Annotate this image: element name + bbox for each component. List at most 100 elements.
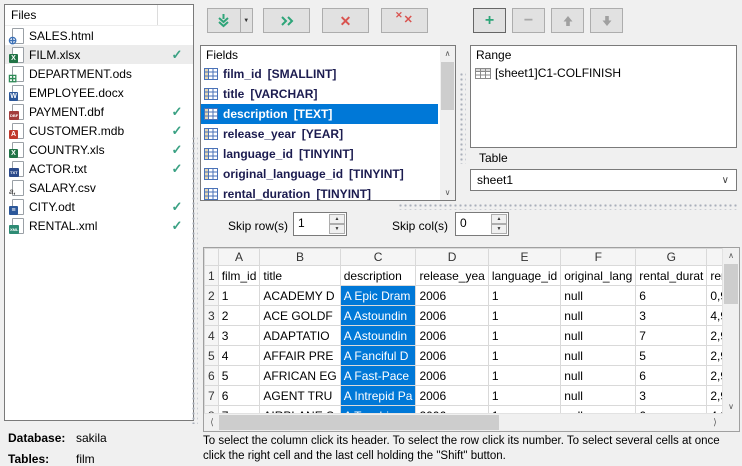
grid-cell[interactable]: 2,99 [707,386,723,406]
grid-cell-selected[interactable]: A Epic Dram [340,286,416,306]
grid-cell[interactable]: ADAPTATIO [260,326,340,346]
grid-cell[interactable]: 3 [636,386,707,406]
grid-cell[interactable]: 0,99 [707,286,723,306]
grid-cell[interactable]: null [561,306,636,326]
grid-cell[interactable]: null [561,326,636,346]
grid-row-number[interactable]: 2 [205,286,219,306]
grid-cell[interactable]: AGENT TRU [260,386,340,406]
scroll-right-icon[interactable]: ⟩ [707,414,723,431]
grid-cell[interactable]: 3 [218,326,260,346]
grid-hscrollbar-thumb[interactable] [219,415,499,430]
horizontal-splitter[interactable] [398,203,739,210]
grid-horizontal-scrollbar[interactable]: ⟨ ⟩ [204,413,723,431]
grid-cell[interactable]: title [260,266,340,286]
spin-up-button[interactable]: ▲ [329,214,345,224]
fields-scrollbar[interactable]: ∧ ∨ [440,46,455,200]
skip-cols-spinner[interactable]: 0 ▲ ▼ [455,212,509,236]
grid-cell[interactable]: 2006 [416,306,488,326]
vertical-splitter-fields-range[interactable] [459,72,466,164]
skip-rows-spinner[interactable]: 1 ▲ ▼ [293,212,347,236]
grid-col-header-F[interactable]: F [561,249,636,266]
file-item-country-xls[interactable]: X COUNTRY.xls ✓ [5,140,193,159]
grid-col-header-B[interactable]: B [260,249,340,266]
auto-fill-columns-button[interactable] [263,8,310,33]
files-list-header[interactable]: Files [5,5,193,26]
grid-cell[interactable]: release_yea [416,266,488,286]
range-item[interactable]: [sheet1]C1-COLFINISH [471,64,736,82]
field-item-title[interactable]: title[VARCHAR] [201,84,438,104]
grid-row-number[interactable]: 5 [205,346,219,366]
grid-cell[interactable]: 7 [636,326,707,346]
spin-down-button[interactable]: ▼ [491,224,507,234]
grid-cell[interactable]: 1 [488,366,560,386]
grid-cell[interactable]: null [561,366,636,386]
grid-cell[interactable]: 2,99 [707,366,723,386]
grid-cell[interactable]: 1 [488,346,560,366]
grid-cell[interactable]: original_lang [561,266,636,286]
grid-cell-selected[interactable]: A Fanciful D [340,346,416,366]
grid-cell[interactable]: rental_ra [707,266,723,286]
file-item-employee-docx[interactable]: W EMPLOYEE.docx [5,83,193,102]
grid-cell[interactable]: description [340,266,416,286]
grid-cell[interactable]: 1 [218,286,260,306]
clear-column-button[interactable]: ✕ [322,8,369,33]
move-up-button[interactable] [551,8,584,33]
grid-row-number[interactable]: 6 [205,366,219,386]
grid-row-number[interactable]: 3 [205,306,219,326]
file-item-film-xlsx[interactable]: X FILM.xlsx ✓ [5,45,193,64]
grid-cell-selected[interactable]: A Intrepid Pa [340,386,416,406]
grid-cell[interactable]: rental_durat [636,266,707,286]
grid-cell[interactable]: 2006 [416,286,488,306]
grid-cell-selected[interactable]: A Astoundin [340,306,416,326]
file-item-payment-dbf[interactable]: DBF PAYMENT.dbf ✓ [5,102,193,121]
grid-cell[interactable]: language_id [488,266,560,286]
remove-range-button[interactable]: − [512,8,545,33]
grid-cell[interactable]: null [561,386,636,406]
grid-cell[interactable]: 2,99 [707,346,723,366]
grid-cell[interactable]: 5 [636,346,707,366]
grid-cell[interactable]: 6 [218,386,260,406]
grid-cell[interactable]: 1 [488,386,560,406]
grid-cell[interactable]: 3 [636,306,707,326]
grid-cell[interactable]: 2006 [416,326,488,346]
grid-cell[interactable]: 2006 [416,346,488,366]
file-item-sales-html[interactable]: ⊕ SALES.html [5,26,193,45]
table-dropdown[interactable]: sheet1 ∨ [470,169,737,191]
grid-cell[interactable]: 4,99 [707,306,723,326]
grid-cell[interactable]: AFFAIR PRE [260,346,340,366]
grid-cell[interactable]: film_id [218,266,260,286]
fields-scrollbar-thumb[interactable] [441,62,454,110]
clear-all-columns-button[interactable]: ✕✕ [381,8,428,33]
grid-corner-cell[interactable] [205,249,219,266]
spin-up-button[interactable]: ▲ [491,214,507,224]
grid-cell[interactable]: ACE GOLDF [260,306,340,326]
grid-col-header-E[interactable]: E [488,249,560,266]
file-item-actor-txt[interactable]: TXT ACTOR.txt ✓ [5,159,193,178]
grid-cell[interactable]: null [561,346,636,366]
import-options-dropdown[interactable]: ▼ [240,9,252,32]
grid-row-number[interactable]: 1 [205,266,219,286]
scroll-down-icon[interactable]: ∨ [440,185,455,200]
move-down-button[interactable] [590,8,623,33]
grid-cell-selected[interactable]: A Fast-Pace [340,366,416,386]
file-item-rental-xml[interactable]: XML RENTAL.xml ✓ [5,216,193,235]
field-item-release-year[interactable]: release_year[YEAR] [201,124,438,144]
grid-cell[interactable]: ACADEMY D [260,286,340,306]
grid-cell[interactable]: 4 [218,346,260,366]
grid-vscrollbar-thumb[interactable] [724,264,738,304]
grid-cell[interactable]: 6 [636,286,707,306]
spin-down-button[interactable]: ▼ [329,224,345,234]
grid-cell[interactable]: 2006 [416,366,488,386]
file-item-customer-mdb[interactable]: A CUSTOMER.mdb ✓ [5,121,193,140]
add-range-button[interactable]: + [473,8,506,33]
grid-cell[interactable]: 5 [218,366,260,386]
field-item-film-id[interactable]: film_id[SMALLINT] [201,64,438,84]
grid-cell[interactable]: 1 [488,286,560,306]
grid-col-header-G[interactable]: G [636,249,707,266]
file-item-salary-csv[interactable]: a, SALARY.csv [5,178,193,197]
grid-cell[interactable]: null [561,286,636,306]
scroll-left-icon[interactable]: ⟨ [204,414,220,431]
file-item-department-ods[interactable]: ⊞ DEPARTMENT.ods [5,64,193,83]
grid-col-header-D[interactable]: D [416,249,488,266]
grid-vertical-scrollbar[interactable]: ∧ ∨ [722,248,739,414]
